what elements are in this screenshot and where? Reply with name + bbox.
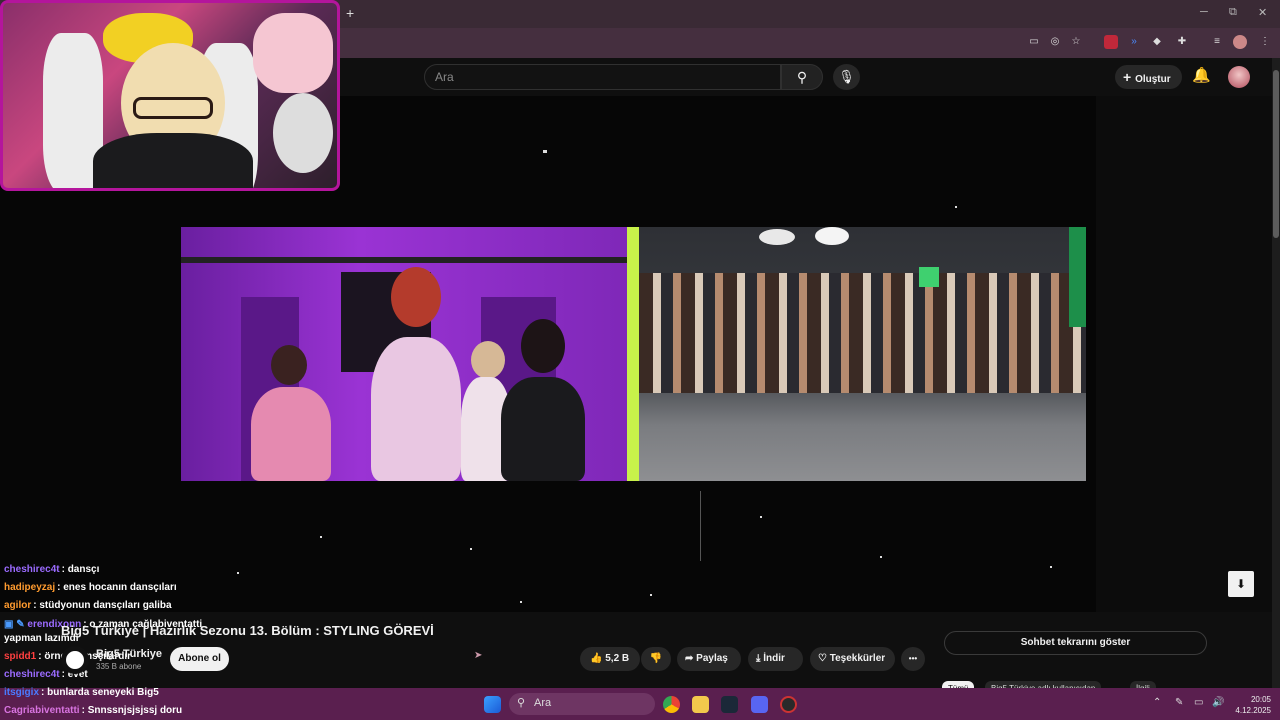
mouse-cursor-icon: ➤ xyxy=(474,650,483,661)
network-icon[interactable]: ▭ xyxy=(1194,697,1203,708)
show-chat-replay-button[interactable]: Sohbet tekrarını göster xyxy=(944,631,1207,655)
eye-off-icon[interactable]: ◎ xyxy=(1048,35,1062,49)
chat-message: cheshirec4t: dansçı xyxy=(4,564,100,575)
video-frame-audience xyxy=(639,227,1086,481)
chat-message: agilor: stüdyonun dansçıları galiba xyxy=(4,600,172,611)
notifications-bell-icon[interactable]: 🔔 xyxy=(1192,66,1211,84)
extension-icon[interactable] xyxy=(1104,35,1118,49)
browser-menu-icon[interactable]: ⋮ xyxy=(1258,35,1272,49)
thanks-label: Teşekkürler xyxy=(829,653,886,664)
dislike-button[interactable]: 👎 xyxy=(641,647,671,671)
channel-avatar[interactable] xyxy=(61,646,89,674)
pen-icon[interactable]: ✎ xyxy=(1175,697,1183,708)
reading-list-icon[interactable]: ≡ xyxy=(1210,35,1224,49)
volume-icon[interactable]: 🔊 xyxy=(1212,697,1224,708)
like-count: 5,2 B xyxy=(605,653,630,664)
chat-message: itsgigix: bunlarda seneyeki Big5 xyxy=(4,687,159,698)
chat-username: cheshirec4t xyxy=(4,669,60,680)
chat-text: bunlarda seneyeki Big5 xyxy=(47,687,159,698)
close-button[interactable]: ✕ xyxy=(1258,6,1267,19)
chat-text: enes hocanın dansçıları xyxy=(63,582,177,593)
secondary-column xyxy=(1096,96,1272,612)
taskbar-search-label: Ara xyxy=(534,697,552,709)
chat-text: Snnssnjsjsjssj doru xyxy=(87,705,183,716)
share-button[interactable]: ➦ Paylaş xyxy=(677,647,741,671)
windows-start-icon[interactable] xyxy=(484,696,501,713)
subscriber-count: 335 B abone xyxy=(96,662,142,671)
search-icon: ⚲ xyxy=(796,69,808,85)
translate-extension-icon[interactable]: » xyxy=(1127,35,1141,49)
chat-text: dansçı xyxy=(67,564,100,575)
chat-username: spidd1 xyxy=(4,651,37,662)
puzzle-icon[interactable]: ✚ xyxy=(1175,35,1189,49)
chat-username: agilor xyxy=(4,600,32,611)
shield-extension-icon[interactable]: ◆ xyxy=(1150,35,1164,49)
thumbs-down-icon: 👎 xyxy=(649,653,663,664)
chat-message: Cagriabiventatti: Snnssnjsjsjssj doru xyxy=(4,705,183,716)
download-label: İndir xyxy=(763,653,785,664)
search-icon: ⚲ xyxy=(517,697,526,709)
restore-button[interactable]: ⧉ xyxy=(1229,6,1237,19)
chat-username: Cagriabiventatti xyxy=(4,705,80,716)
create-label: Oluştur xyxy=(1135,74,1171,85)
video-title: Big5 Türkiye | Hazırlık Sezonu 13. Bölüm… xyxy=(61,623,434,638)
video-divider-strip xyxy=(627,227,639,481)
chat-username: itsgigix xyxy=(4,687,40,698)
video-frame-dance-studio xyxy=(181,227,627,481)
streamer-webcam-overlay xyxy=(0,0,340,191)
download-button[interactable]: ⤓ İndir xyxy=(748,647,803,671)
create-button[interactable]: + Oluştur xyxy=(1115,65,1182,89)
bookmark-star-icon[interactable]: ☆ xyxy=(1069,35,1083,49)
obs-icon[interactable] xyxy=(780,696,797,713)
badge-icon: ▣ ✎ xyxy=(4,619,28,630)
taskbar-search[interactable]: ⚲ Ara xyxy=(509,693,655,715)
minimize-button[interactable]: ─ xyxy=(1200,6,1208,18)
more-actions-button[interactable]: ••• xyxy=(901,647,925,671)
steam-icon[interactable] xyxy=(721,696,738,713)
share-label: Paylaş xyxy=(696,653,728,664)
taskbar-clock[interactable]: 20:05 4.12.2025 xyxy=(1233,694,1271,716)
scrollbar-thumb[interactable] xyxy=(1273,70,1279,238)
chat-username: hadipeyzaj xyxy=(4,582,56,593)
clock-time: 20:05 xyxy=(1250,695,1271,704)
miniplayer-icon[interactable]: ⬇ xyxy=(1228,571,1254,597)
search-input[interactable]: Ara xyxy=(424,64,781,90)
thanks-icon: ♡ xyxy=(818,653,830,664)
like-button[interactable]: 👍 5,2 B xyxy=(580,647,640,671)
discord-icon[interactable] xyxy=(751,696,768,713)
chat-username: cheshirec4t xyxy=(4,564,60,575)
search-button[interactable]: ⚲ xyxy=(781,64,823,90)
clock-date: 4.12.2025 xyxy=(1235,706,1271,715)
voice-search-button[interactable]: 🎙 xyxy=(833,64,860,90)
thanks-button[interactable]: ♡ Teşekkürler xyxy=(810,647,895,671)
account-avatar[interactable] xyxy=(1228,66,1250,88)
microphone-icon: 🎙 xyxy=(838,69,855,84)
plus-icon: + xyxy=(1123,69,1136,85)
profile-avatar[interactable] xyxy=(1233,35,1247,49)
new-tab-button[interactable]: + xyxy=(346,5,354,21)
chrome-icon[interactable] xyxy=(663,696,680,713)
file-explorer-icon[interactable] xyxy=(692,696,709,713)
chat-text: stüdyonun dansçıları galiba xyxy=(39,600,172,611)
tray-chevron-icon[interactable]: ⌃ xyxy=(1153,697,1161,708)
channel-name[interactable]: Big5 Türkiye xyxy=(96,648,162,660)
share-icon: ➦ xyxy=(685,653,697,664)
subscribe-button[interactable]: Abone ol xyxy=(170,647,229,671)
cast-icon[interactable]: ▭ xyxy=(1027,35,1041,49)
thumbs-up-icon: 👍 xyxy=(590,653,606,664)
chat-message: hadipeyzaj: enes hocanın dansçıları xyxy=(4,582,177,593)
